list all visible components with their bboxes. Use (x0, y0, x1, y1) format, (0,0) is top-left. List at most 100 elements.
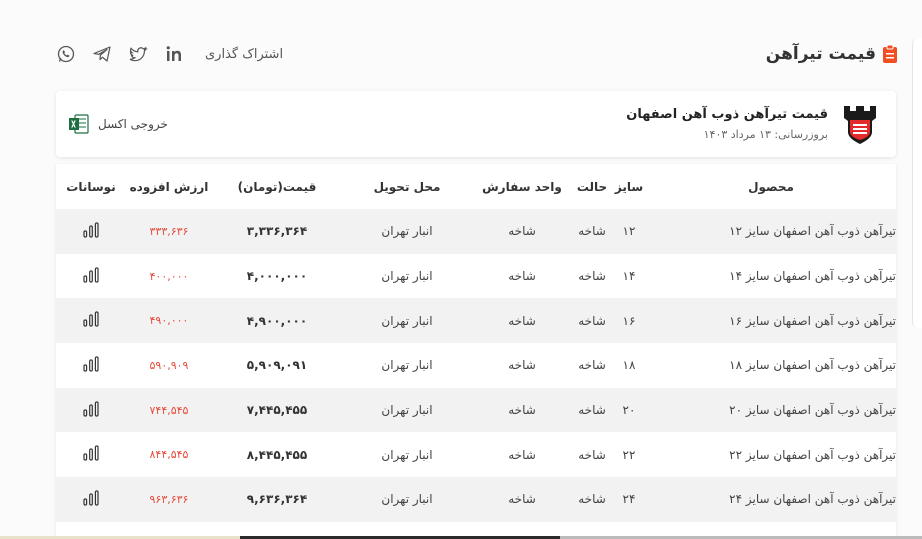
side-scroll-handle[interactable] (912, 38, 922, 328)
bar-chart-icon[interactable] (82, 490, 100, 506)
price-table-container: محصول سایز حالت واحد سفارش محل تحویل قیم… (56, 164, 896, 539)
cell-product[interactable]: تیرآهن ذوب آهن اصفهان سایز ۲۰ (646, 387, 896, 433)
table-row[interactable]: تیرآهن ذوب آهن اصفهان سایز ۱۲ ۱۲ شاخه شاخه ا… (56, 209, 896, 254)
cell-fluctuation (56, 209, 126, 254)
page-title-wrap: قیمت تیرآهن (766, 44, 898, 64)
col-header-product[interactable]: محصول (646, 164, 896, 209)
cell-delivery: انبار تهران (342, 432, 472, 478)
cell-unit: شاخه (472, 253, 572, 299)
cell-state: شاخه (572, 209, 612, 254)
cell-delivery: انبار تهران (342, 209, 472, 254)
col-header-vat[interactable]: ارزش افزوده (126, 164, 212, 209)
cell-vat: ۹۶۳,۶۳۶ (126, 477, 212, 522)
table-header-row: محصول سایز حالت واحد سفارش محل تحویل قیم… (56, 164, 896, 209)
updated-date: بروزرسانی: ۱۳ مرداد ۱۴۰۳ (703, 128, 828, 141)
card-title: قیمت تیرآهن ذوب آهن اصفهان (626, 107, 828, 122)
whatsapp-icon[interactable] (55, 43, 77, 65)
excel-export-button[interactable]: خروجی اکسل (68, 113, 168, 135)
col-header-state[interactable]: حالت (572, 164, 612, 209)
cell-size: ۲۰ (612, 387, 646, 433)
cell-fluctuation (56, 253, 126, 299)
bar-chart-icon[interactable] (82, 445, 100, 461)
cell-unit: شاخه (472, 477, 572, 522)
cell-size: ۱۶ (612, 298, 646, 344)
page-title: قیمت تیرآهن (765, 44, 876, 64)
col-header-fluctuation[interactable]: نوسانات (56, 164, 126, 209)
cell-state: شاخه (572, 387, 612, 433)
cell-delivery: انبار تهران (342, 298, 472, 344)
cell-size: ۲۲ (612, 432, 646, 478)
col-header-unit[interactable]: واحد سفارش (472, 164, 572, 209)
card-info: قیمت تیرآهن ذوب آهن اصفهان بروزرسانی: ۱۳… (626, 102, 882, 146)
linkedin-icon[interactable] (163, 43, 185, 65)
product-card: قیمت تیرآهن ذوب آهن اصفهان بروزرسانی: ۱۳… (56, 91, 896, 157)
bar-chart-icon[interactable] (82, 400, 100, 417)
cell-product[interactable]: تیرآهن ذوب آهن اصفهان سایز ۱۴ (646, 253, 896, 299)
excel-icon (69, 114, 89, 134)
col-header-price[interactable]: قیمت(تومان) (212, 164, 342, 209)
cell-product[interactable]: تیرآهن ذوب آهن اصفهان سایز ۱۲ (646, 209, 896, 254)
cell-price: ۷,۴۴۵,۴۵۵ (212, 387, 342, 433)
cell-state: شاخه (572, 432, 612, 478)
cell-fluctuation (56, 477, 126, 522)
cell-vat: ۸۴۴,۵۴۵ (126, 432, 212, 478)
cell-size: ۲۴ (612, 477, 646, 522)
cell-delivery: انبار تهران (342, 477, 472, 522)
cell-product[interactable]: تیرآهن ذوب آهن اصفهان سایز ۱۶ (646, 298, 896, 344)
share-label: اشتراک گذاری (205, 46, 284, 62)
cell-price: ۵,۹۰۹,۰۹۱ (212, 343, 342, 388)
cell-vat: ۷۴۴,۵۴۵ (126, 387, 212, 433)
table-row[interactable]: تیرآهن ذوب آهن اصفهان سایز ۲۴ ۲۴ شاخه شاخه ا… (56, 477, 896, 522)
col-header-size[interactable]: سایز (612, 164, 646, 209)
col-header-delivery[interactable]: محل تحویل (342, 164, 472, 209)
cell-size: ۱۴ (612, 253, 646, 299)
bar-chart-icon[interactable] (82, 266, 100, 283)
table-row[interactable]: تیرآهن ذوب آهن اصفهان سایز ۱۶ ۱۶ شاخه شاخه ا… (56, 298, 896, 344)
cell-vat: ۴۰۰,۰۰۰ (126, 253, 212, 299)
top-header: قیمت تیرآهن اشتراک گذاری (55, 36, 898, 72)
cell-fluctuation (56, 343, 126, 388)
table-body: تیرآهن ذوب آهن اصفهان سایز ۱۲ ۱۲ شاخه شاخه ا… (56, 209, 896, 522)
twitter-icon[interactable] (127, 43, 149, 65)
cell-fluctuation (56, 387, 126, 433)
cell-unit: شاخه (472, 432, 572, 478)
cell-unit: شاخه (472, 387, 572, 433)
table-row[interactable]: تیرآهن ذوب آهن اصفهان سایز ۲۲ ۲۲ شاخه شاخه ا… (56, 432, 896, 478)
bar-chart-icon[interactable] (82, 222, 100, 238)
cell-delivery: انبار تهران (342, 253, 472, 299)
cell-fluctuation (56, 432, 126, 478)
telegram-icon[interactable] (91, 43, 113, 65)
cell-vat: ۵۹۰,۹۰۹ (126, 343, 212, 388)
bar-chart-icon[interactable] (82, 311, 100, 327)
cell-unit: شاخه (472, 343, 572, 388)
cell-product[interactable]: تیرآهن ذوب آهن اصفهان سایز ۲۲ (646, 432, 896, 478)
cell-price: ۴,۰۰۰,۰۰۰ (212, 253, 342, 299)
cell-vat: ۴۹۰,۰۰۰ (126, 298, 212, 344)
cell-size: ۱۸ (612, 343, 646, 388)
cell-price: ۳,۳۳۶,۳۶۴ (212, 209, 342, 254)
table-row[interactable]: تیرآهن ذوب آهن اصفهان سایز ۱۴ ۱۴ شاخه شاخه ا… (56, 253, 896, 299)
price-table: محصول سایز حالت واحد سفارش محل تحویل قیم… (56, 164, 896, 522)
cell-state: شاخه (572, 298, 612, 344)
esfahan-steel-logo (838, 102, 882, 146)
table-row[interactable]: تیرآهن ذوب آهن اصفهان سایز ۲۰ ۲۰ شاخه شاخه ا… (56, 387, 896, 433)
cell-product[interactable]: تیرآهن ذوب آهن اصفهان سایز ۲۴ (646, 477, 896, 522)
cell-size: ۱۲ (612, 209, 646, 254)
cell-state: شاخه (572, 477, 612, 522)
bar-chart-icon[interactable] (82, 356, 100, 372)
cell-price: ۴,۹۰۰,۰۰۰ (212, 298, 342, 344)
cell-state: شاخه (572, 343, 612, 388)
cell-delivery: انبار تهران (342, 343, 472, 388)
page: قیمت تیرآهن اشتراک گذاری قیمت تیرآهن ذوب… (0, 0, 922, 539)
cell-unit: شاخه (472, 209, 572, 254)
cell-vat: ۳۳۳,۶۳۶ (126, 209, 212, 254)
clipboard-icon (883, 44, 897, 63)
share-bar: اشتراک گذاری (55, 43, 283, 65)
cell-price: ۸,۴۴۵,۴۵۵ (212, 432, 342, 478)
table-row[interactable]: تیرآهن ذوب آهن اصفهان سایز ۱۸ ۱۸ شاخه شاخه ا… (56, 343, 896, 388)
cell-product[interactable]: تیرآهن ذوب آهن اصفهان سایز ۱۸ (646, 343, 896, 388)
cell-price: ۹,۶۳۶,۳۶۴ (212, 477, 342, 522)
cell-delivery: انبار تهران (342, 387, 472, 433)
cell-fluctuation (56, 298, 126, 344)
cell-unit: شاخه (472, 298, 572, 344)
